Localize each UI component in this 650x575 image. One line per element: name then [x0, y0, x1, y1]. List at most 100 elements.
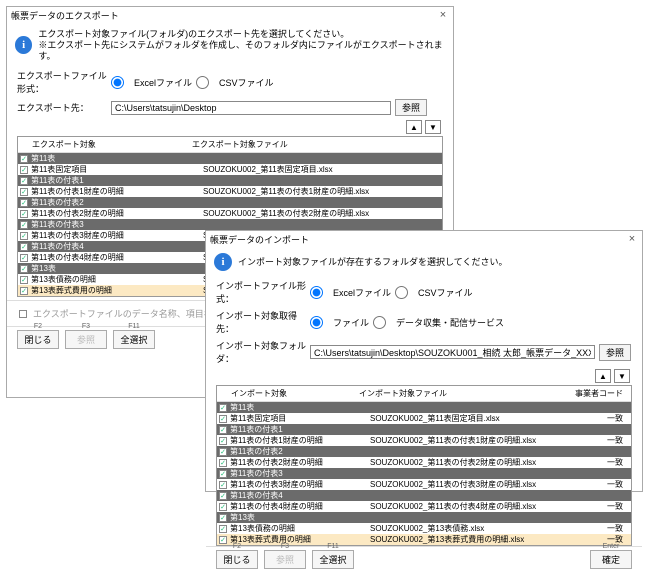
close-icon[interactable]: ×	[437, 9, 449, 21]
checkbox[interactable]: ✓	[219, 503, 227, 511]
instr-line1: エクスポート対象ファイル(フォルダ)のエクスポート先を選択してください。	[38, 29, 445, 40]
checkbox[interactable]: ✓	[20, 199, 28, 207]
browse-button[interactable]: 参照	[599, 344, 631, 361]
import-dialog: 帳票データのインポート × i インポート対象ファイルが存在するフォルダを選択し…	[205, 230, 643, 492]
cell-file: SOUZOKU002_第11表の付表2財産の明細.xlsx	[203, 208, 403, 219]
checkbox[interactable]: ✓	[219, 459, 227, 467]
cell-code: 一致	[570, 413, 629, 424]
cell-code: 一致	[570, 435, 629, 446]
select-all-button[interactable]: F11全選択	[312, 550, 354, 569]
cell-target: 第13表	[230, 512, 370, 523]
convert-checkbox[interactable]	[19, 310, 27, 318]
table-row[interactable]: ✓第11表の付表3財産の明細SOUZOKU002_第11表の付表3財産の明細.x…	[217, 479, 631, 490]
close-icon[interactable]: ×	[626, 233, 638, 245]
import-grid: インポート対象 インポート対象ファイル 事業者コード ✓第11表✓第11表固定項…	[216, 385, 632, 546]
cell-target: 第11表の付表2	[31, 197, 203, 208]
table-row[interactable]: ✓第11表の付表1	[18, 175, 442, 186]
checkbox[interactable]: ✓	[20, 287, 28, 295]
cell-target: 第11表の付表4	[230, 490, 370, 501]
checkbox[interactable]: ✓	[20, 221, 28, 229]
source-label: インポート対象取得先：	[216, 309, 306, 335]
table-row[interactable]: ✓第11表の付表3	[18, 219, 442, 230]
checkbox[interactable]: ✓	[219, 525, 227, 533]
title: 帳票データのインポート	[210, 233, 309, 246]
table-row[interactable]: ✓第11表の付表4財産の明細SOUZOKU002_第11表の付表4財産の明細.x…	[217, 501, 631, 512]
table-row[interactable]: ✓第11表	[18, 153, 442, 164]
grid-header: エクスポート対象 エクスポート対象ファイル	[18, 137, 442, 153]
table-row[interactable]: ✓第11表の付表1財産の明細SOUZOKU002_第11表の付表1財産の明細.x…	[18, 186, 442, 197]
table-row[interactable]: ✓第13表	[217, 512, 631, 523]
ref-button: F3参照	[65, 330, 107, 349]
cell-file: SOUZOKU002_第11表の付表1財産の明細.xlsx	[203, 186, 403, 197]
table-row[interactable]: ✓第11表の付表2	[217, 446, 631, 457]
checkbox[interactable]: ✓	[20, 155, 28, 163]
radio-csv-input[interactable]	[395, 286, 408, 299]
checkbox[interactable]: ✓	[20, 188, 28, 196]
table-row[interactable]: ✓第11表の付表2財産の明細SOUZOKU002_第11表の付表2財産の明細.x…	[217, 457, 631, 468]
checkbox[interactable]: ✓	[219, 481, 227, 489]
checkbox[interactable]: ✓	[219, 448, 227, 456]
close-button[interactable]: F2閉じる	[216, 550, 258, 569]
down-arrow-icon[interactable]: ▼	[425, 120, 441, 134]
checkbox[interactable]: ✓	[20, 254, 28, 262]
cell-target: 第11表の付表1財産の明細	[230, 435, 370, 446]
table-row[interactable]: ✓第11表の付表2	[18, 197, 442, 208]
radio-excel[interactable]: Excelファイル	[310, 286, 391, 299]
cell-file: SOUZOKU002_第13表債務.xlsx	[370, 523, 570, 534]
radio-excel-input[interactable]	[310, 286, 323, 299]
radio-service[interactable]: データ収集・配信サービス	[373, 316, 504, 329]
radio-excel-input[interactable]	[111, 76, 124, 89]
title: 帳票データのエクスポート	[11, 9, 119, 22]
cell-file: SOUZOKU002_第11表の付表4財産の明細.xlsx	[370, 501, 570, 512]
table-row[interactable]: ✓第11表の付表2財産の明細SOUZOKU002_第11表の付表2財産の明細.x…	[18, 208, 442, 219]
checkbox[interactable]: ✓	[219, 514, 227, 522]
footer: F2閉じる F3参照 F11全選択 Enter確定	[206, 546, 642, 575]
table-row[interactable]: ✓第11表	[217, 402, 631, 413]
checkbox[interactable]: ✓	[20, 166, 28, 174]
confirm-button[interactable]: Enter確定	[590, 550, 632, 569]
down-arrow-icon[interactable]: ▼	[614, 369, 630, 383]
radio-file[interactable]: ファイル	[310, 316, 369, 329]
col-file: エクスポート対象ファイル	[192, 139, 392, 150]
cell-target: 第13表債務の明細	[31, 274, 203, 285]
table-row[interactable]: ✓第11表固定項目SOUZOKU002_第11表固定項目.xlsx一致	[217, 413, 631, 424]
checkbox[interactable]: ✓	[219, 404, 227, 412]
table-row[interactable]: ✓第11表の付表4	[217, 490, 631, 501]
radio-csv[interactable]: CSVファイル	[196, 76, 274, 89]
folder-input[interactable]	[310, 345, 595, 359]
table-row[interactable]: ✓第13表債務の明細SOUZOKU002_第13表債務.xlsx一致	[217, 523, 631, 534]
table-row[interactable]: ✓第11表の付表1	[217, 424, 631, 435]
radio-excel[interactable]: Excelファイル	[111, 76, 192, 89]
arrow-controls: ▲ ▼	[206, 367, 642, 385]
checkbox[interactable]: ✓	[219, 437, 227, 445]
cell-code: 一致	[570, 523, 629, 534]
checkbox[interactable]: ✓	[20, 276, 28, 284]
checkbox[interactable]: ✓	[20, 210, 28, 218]
checkbox[interactable]: ✓	[20, 232, 28, 240]
close-button[interactable]: F2閉じる	[17, 330, 59, 349]
radio-file-input[interactable]	[310, 316, 323, 329]
checkbox[interactable]: ✓	[20, 265, 28, 273]
folder-label: インポート対象フォルダ：	[216, 339, 306, 365]
up-arrow-icon[interactable]: ▲	[406, 120, 422, 134]
table-row[interactable]: ✓第11表の付表1財産の明細SOUZOKU002_第11表の付表1財産の明細.x…	[217, 435, 631, 446]
dest-input[interactable]	[111, 101, 391, 115]
checkbox[interactable]: ✓	[20, 243, 28, 251]
cell-file: SOUZOKU002_第13表葬式費用の明細.xlsx	[370, 534, 570, 545]
up-arrow-icon[interactable]: ▲	[595, 369, 611, 383]
checkbox[interactable]: ✓	[20, 177, 28, 185]
checkbox[interactable]: ✓	[219, 470, 227, 478]
checkbox[interactable]: ✓	[219, 426, 227, 434]
cell-file: SOUZOKU002_第11表の付表3財産の明細.xlsx	[370, 479, 570, 490]
checkbox[interactable]: ✓	[219, 492, 227, 500]
select-all-button[interactable]: F11全選択	[113, 330, 155, 349]
radio-service-input[interactable]	[373, 316, 386, 329]
table-row[interactable]: ✓第11表の付表3	[217, 468, 631, 479]
radio-csv[interactable]: CSVファイル	[395, 286, 473, 299]
radio-csv-input[interactable]	[196, 76, 209, 89]
col-code: 事業者コード	[559, 388, 629, 399]
table-row[interactable]: ✓第11表固定項目SOUZOKU002_第11表固定項目.xlsx	[18, 164, 442, 175]
checkbox[interactable]: ✓	[219, 415, 227, 423]
instr-line2: ※エクスポート先にシステムがフォルダを作成し、そのフォルダ内にファイルがエクスポ…	[38, 40, 445, 62]
browse-button[interactable]: 参照	[395, 99, 427, 116]
